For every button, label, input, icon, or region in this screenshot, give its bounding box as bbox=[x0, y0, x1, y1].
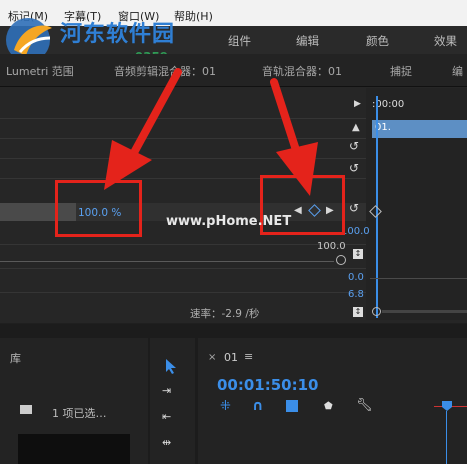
selection-status: 1 项已选… bbox=[52, 407, 107, 420]
tab-menu-icon[interactable]: ≡ bbox=[244, 350, 253, 363]
sequence-playhead[interactable] bbox=[442, 401, 452, 411]
sequence-timecode[interactable]: 00:01:50:10 bbox=[217, 376, 319, 394]
project-title: 库 bbox=[10, 352, 21, 365]
sequence-panel: × 01 ≡ 00:01:50:10 ⁜ ∩ ⬟ 🔧︎ bbox=[198, 338, 467, 464]
bin-icon[interactable] bbox=[20, 405, 32, 414]
track-select-tool-icon[interactable]: ⇥ bbox=[162, 384, 171, 397]
add-marker-icon[interactable] bbox=[286, 400, 298, 412]
tools-panel: ⇥ ⇤ ⇹ bbox=[150, 338, 195, 464]
marker-icon[interactable]: ⬟ bbox=[324, 401, 333, 412]
snap-icon[interactable]: ⁜ bbox=[220, 399, 231, 414]
sequence-tab[interactable]: 01 bbox=[224, 351, 238, 364]
ripple-edit-tool-icon[interactable]: ⇤ bbox=[162, 410, 171, 423]
sequence-playhead-line bbox=[446, 411, 447, 464]
wrench-icon[interactable]: 🔧︎ bbox=[356, 398, 373, 413]
close-tab-icon[interactable]: × bbox=[208, 352, 216, 363]
arrow-head-left bbox=[104, 140, 152, 190]
arrow-shaft-left bbox=[126, 68, 182, 164]
selection-tool-icon[interactable] bbox=[165, 358, 177, 374]
arrow-head-right bbox=[276, 142, 318, 196]
rolling-edit-tool-icon[interactable]: ⇹ bbox=[162, 436, 171, 449]
arrow-shaft-right bbox=[270, 78, 300, 154]
clip-thumbnail[interactable] bbox=[18, 434, 130, 464]
linked-selection-icon[interactable]: ∩ bbox=[252, 398, 263, 414]
project-panel: 库 1 项已选… bbox=[0, 338, 148, 464]
